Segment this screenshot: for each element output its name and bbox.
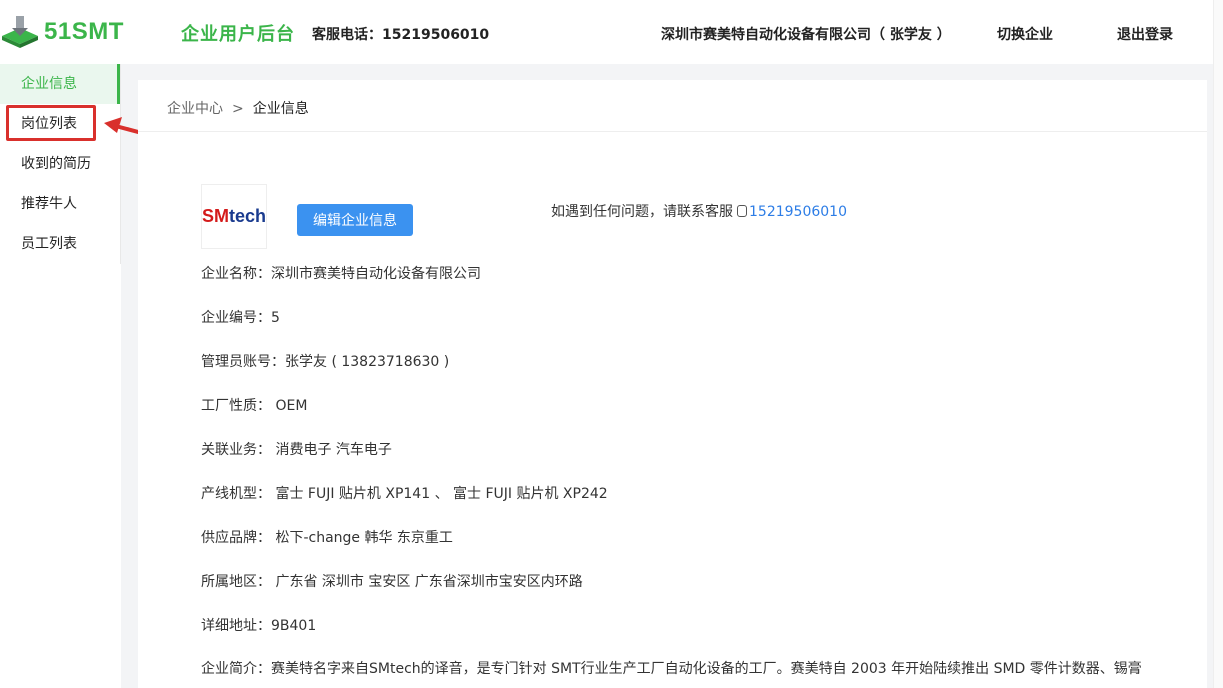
annotation-highlight-box [6, 105, 96, 141]
main-panel: 企业中心 > 企业信息 SM tech 编辑企业信息 如遇到任何问题，请联系客服 152… [138, 80, 1207, 688]
current-company-user: 深圳市赛美特自动化设备有限公司（ 张学友 ） [661, 27, 951, 43]
info-label: 所属地区： [201, 574, 271, 590]
company-logo: SM tech [201, 184, 267, 249]
sidebar-item-recommended-talent[interactable]: 推荐牛人 [0, 184, 120, 224]
logo-icon [0, 14, 40, 50]
info-supplier-brands: 供应品牌： 松下-change 韩华 东京重工 [201, 527, 453, 547]
breadcrumb-parent[interactable]: 企业中心 [167, 101, 223, 117]
info-label: 管理员账号： [201, 354, 285, 370]
hotline: 客服电话：15219506010 [312, 24, 489, 44]
info-region: 所属地区： 广东省 深圳市 宝安区 广东省深圳市宝安区内环路 [201, 571, 583, 591]
hotline-number: 15219506010 [382, 27, 490, 43]
help-message: 如遇到任何问题，请联系客服 [551, 204, 733, 220]
divider [138, 131, 1207, 132]
info-company-intro: 企业简介：赛美特名字来自SMtech的译音，是专门针对 SMT行业生产工厂自动化… [201, 657, 1146, 681]
info-value: 广东省 深圳市 宝安区 广东省深圳市宝安区内环路 [275, 574, 583, 590]
info-factory-nature: 工厂性质： OEM [201, 395, 307, 415]
info-label: 供应品牌： [201, 530, 271, 546]
info-value: 消费电子 汽车电子 [275, 442, 392, 458]
site-logo[interactable]: 51SMT [0, 14, 124, 50]
info-value: 深圳市赛美特自动化设备有限公司 [271, 266, 481, 282]
sidebar-item-company-info[interactable]: 企业信息 [0, 64, 120, 104]
logout-link[interactable]: 退出登录 [1117, 24, 1173, 44]
sidebar-item-employee-list[interactable]: 员工列表 [0, 224, 120, 264]
logo-text: 51SMT [44, 18, 124, 45]
help-text: 如遇到任何问题，请联系客服 15219506010 [551, 201, 847, 221]
breadcrumb-current: 企业信息 [252, 101, 309, 117]
sidebar-item-received-resumes[interactable]: 收到的简历 [0, 144, 120, 184]
info-label: 关联业务： [201, 442, 271, 458]
edit-company-info-button[interactable]: 编辑企业信息 [297, 204, 413, 236]
breadcrumb-separator: > [232, 101, 244, 117]
portal-title: 企业用户后台 [181, 24, 295, 45]
phone-icon [737, 205, 747, 217]
info-value: 张学友 ( 13823718630 ) [285, 354, 450, 370]
info-value: OEM [275, 398, 308, 414]
info-label: 企业名称： [201, 266, 271, 282]
hotline-label: 客服电话： [312, 27, 382, 43]
info-production-machines: 产线机型： 富士 FUJI 贴片机 XP141 、 富士 FUJI 贴片机 XP… [201, 483, 608, 503]
info-value: 5 [271, 310, 280, 326]
info-value: 富士 FUJI 贴片机 XP141 、 富士 FUJI 贴片机 XP242 [275, 486, 608, 502]
info-label: 工厂性质： [201, 398, 271, 414]
info-related-business: 关联业务： 消费电子 汽车电子 [201, 439, 392, 459]
info-detailed-address: 详细地址：9B401 [201, 615, 316, 635]
info-label: 企业简介： [201, 661, 271, 677]
company-logo-tech: tech [229, 206, 267, 226]
switch-company-link[interactable]: 切换企业 [997, 24, 1053, 44]
company-logo-sm: SM [202, 206, 229, 226]
info-label: 详细地址： [201, 618, 271, 634]
top-header: 51SMT 企业用户后台 客服电话：15219506010 深圳市赛美特自动化设… [0, 0, 1213, 64]
info-company-id: 企业编号：5 [201, 307, 280, 327]
help-phone-link[interactable]: 15219506010 [749, 204, 847, 220]
breadcrumb: 企业中心 > 企业信息 [167, 98, 309, 118]
info-value: 9B401 [271, 618, 317, 634]
sidebar-background [0, 264, 121, 688]
info-admin-account: 管理员账号：张学友 ( 13823718630 ) [201, 351, 449, 371]
info-value: 松下-change 韩华 东京重工 [275, 530, 453, 546]
sidebar: 企业信息 岗位列表 收到的简历 推荐牛人 员工列表 [0, 64, 121, 264]
info-company-name: 企业名称：深圳市赛美特自动化设备有限公司 [201, 263, 481, 283]
info-label: 产线机型： [201, 486, 271, 502]
info-value: 赛美特名字来自SMtech的译音，是专门针对 SMT行业生产工厂自动化设备的工厂… [271, 661, 1142, 677]
info-label: 企业编号： [201, 310, 271, 326]
scrollbar[interactable] [1213, 0, 1223, 688]
